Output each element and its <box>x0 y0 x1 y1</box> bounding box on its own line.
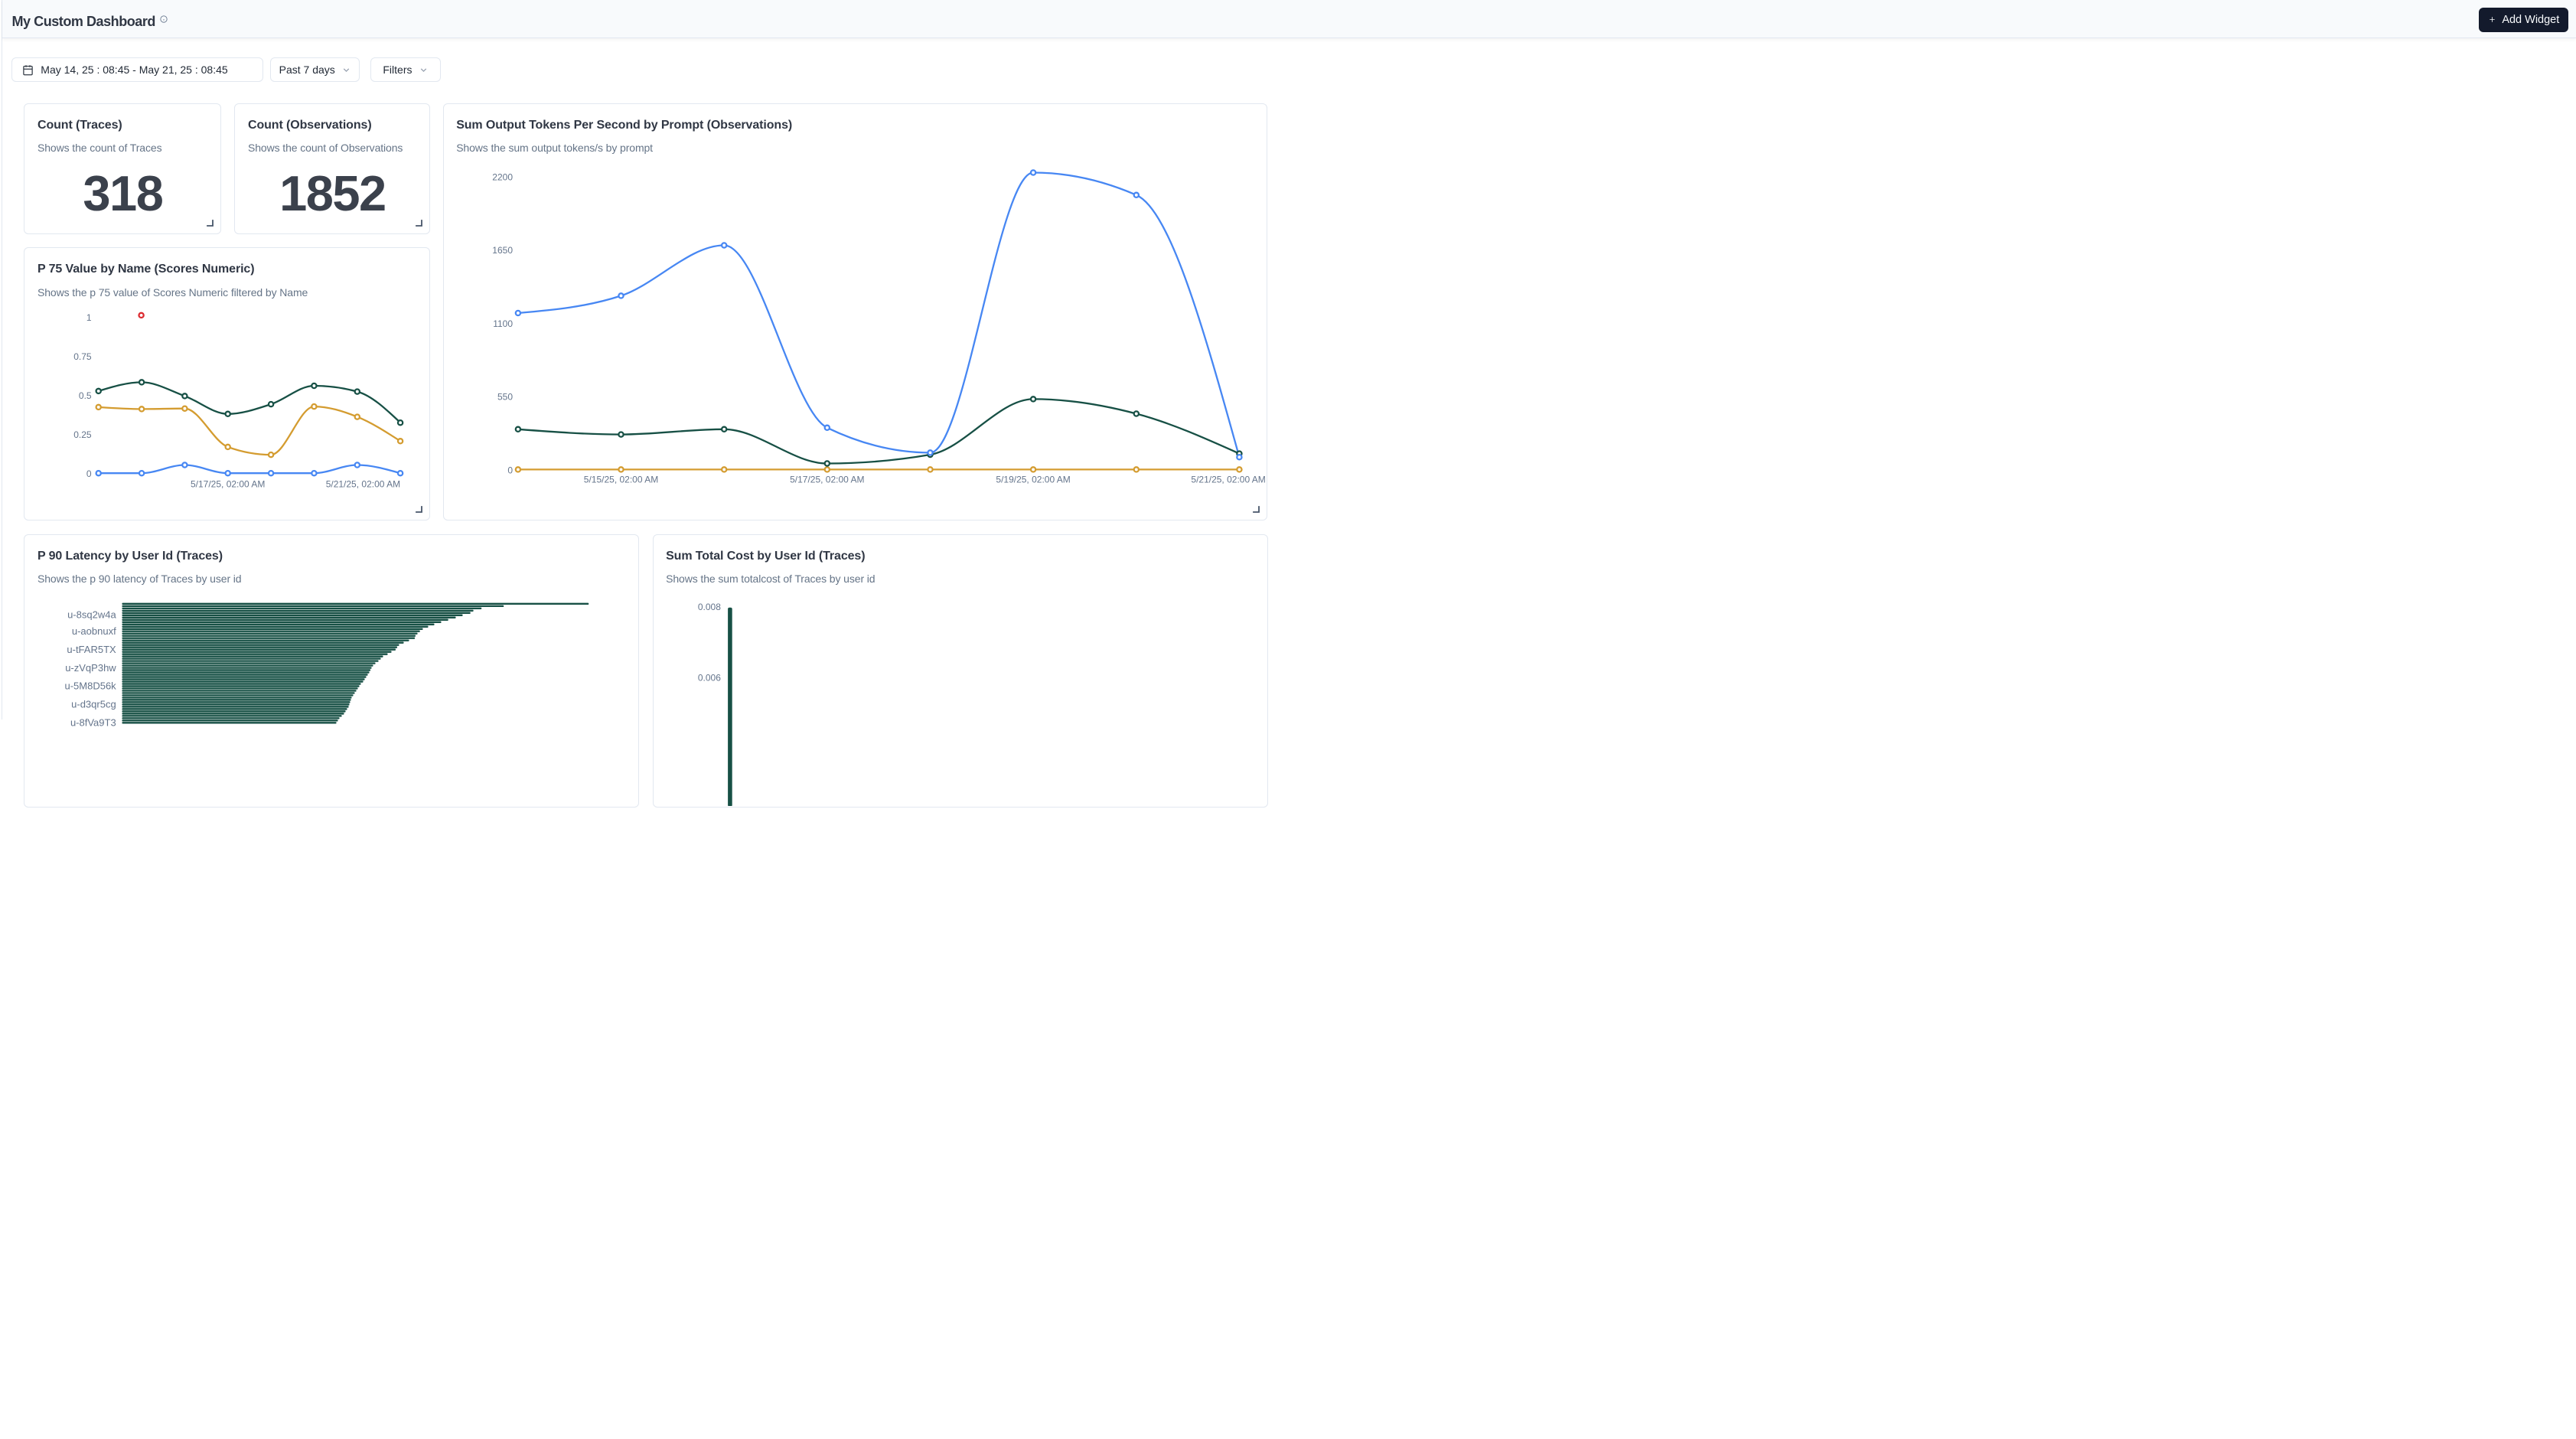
svg-text:u-tFAR5TX: u-tFAR5TX <box>67 643 117 654</box>
svg-text:5/17/25, 02:00 AM: 5/17/25, 02:00 AM <box>191 479 265 490</box>
svg-text:u-aobnuxf: u-aobnuxf <box>72 625 116 637</box>
svg-text:u-d3qr5cg: u-d3qr5cg <box>72 698 117 710</box>
svg-text:5/19/25, 02:00 AM: 5/19/25, 02:00 AM <box>996 474 1070 485</box>
svg-text:5/17/25, 02:00 AM: 5/17/25, 02:00 AM <box>790 474 864 485</box>
svg-text:2200: 2200 <box>492 171 513 182</box>
svg-text:5/15/25, 02:00 AM: 5/15/25, 02:00 AM <box>583 474 657 485</box>
svg-text:5/21/25, 02:00 AM: 5/21/25, 02:00 AM <box>1191 474 1265 485</box>
svg-text:0.75: 0.75 <box>74 351 93 362</box>
svg-text:0: 0 <box>507 465 513 475</box>
svg-text:u-8fVa9T3: u-8fVa9T3 <box>70 716 116 728</box>
svg-text:u-5M8D56k: u-5M8D56k <box>65 680 117 691</box>
svg-text:u-zVqP3hw: u-zVqP3hw <box>66 661 117 673</box>
svg-text:1650: 1650 <box>492 245 513 256</box>
svg-text:0.008: 0.008 <box>697 602 720 612</box>
svg-text:550: 550 <box>497 391 513 402</box>
svg-text:5/21/25, 02:00 AM: 5/21/25, 02:00 AM <box>326 479 400 490</box>
svg-text:0.5: 0.5 <box>79 390 92 401</box>
svg-text:1100: 1100 <box>493 318 513 328</box>
svg-text:0.25: 0.25 <box>74 429 93 440</box>
svg-text:0.006: 0.006 <box>697 672 720 683</box>
svg-text:0: 0 <box>86 468 92 479</box>
svg-text:u-8sq2w4a: u-8sq2w4a <box>67 609 116 620</box>
svg-text:1: 1 <box>86 312 92 323</box>
